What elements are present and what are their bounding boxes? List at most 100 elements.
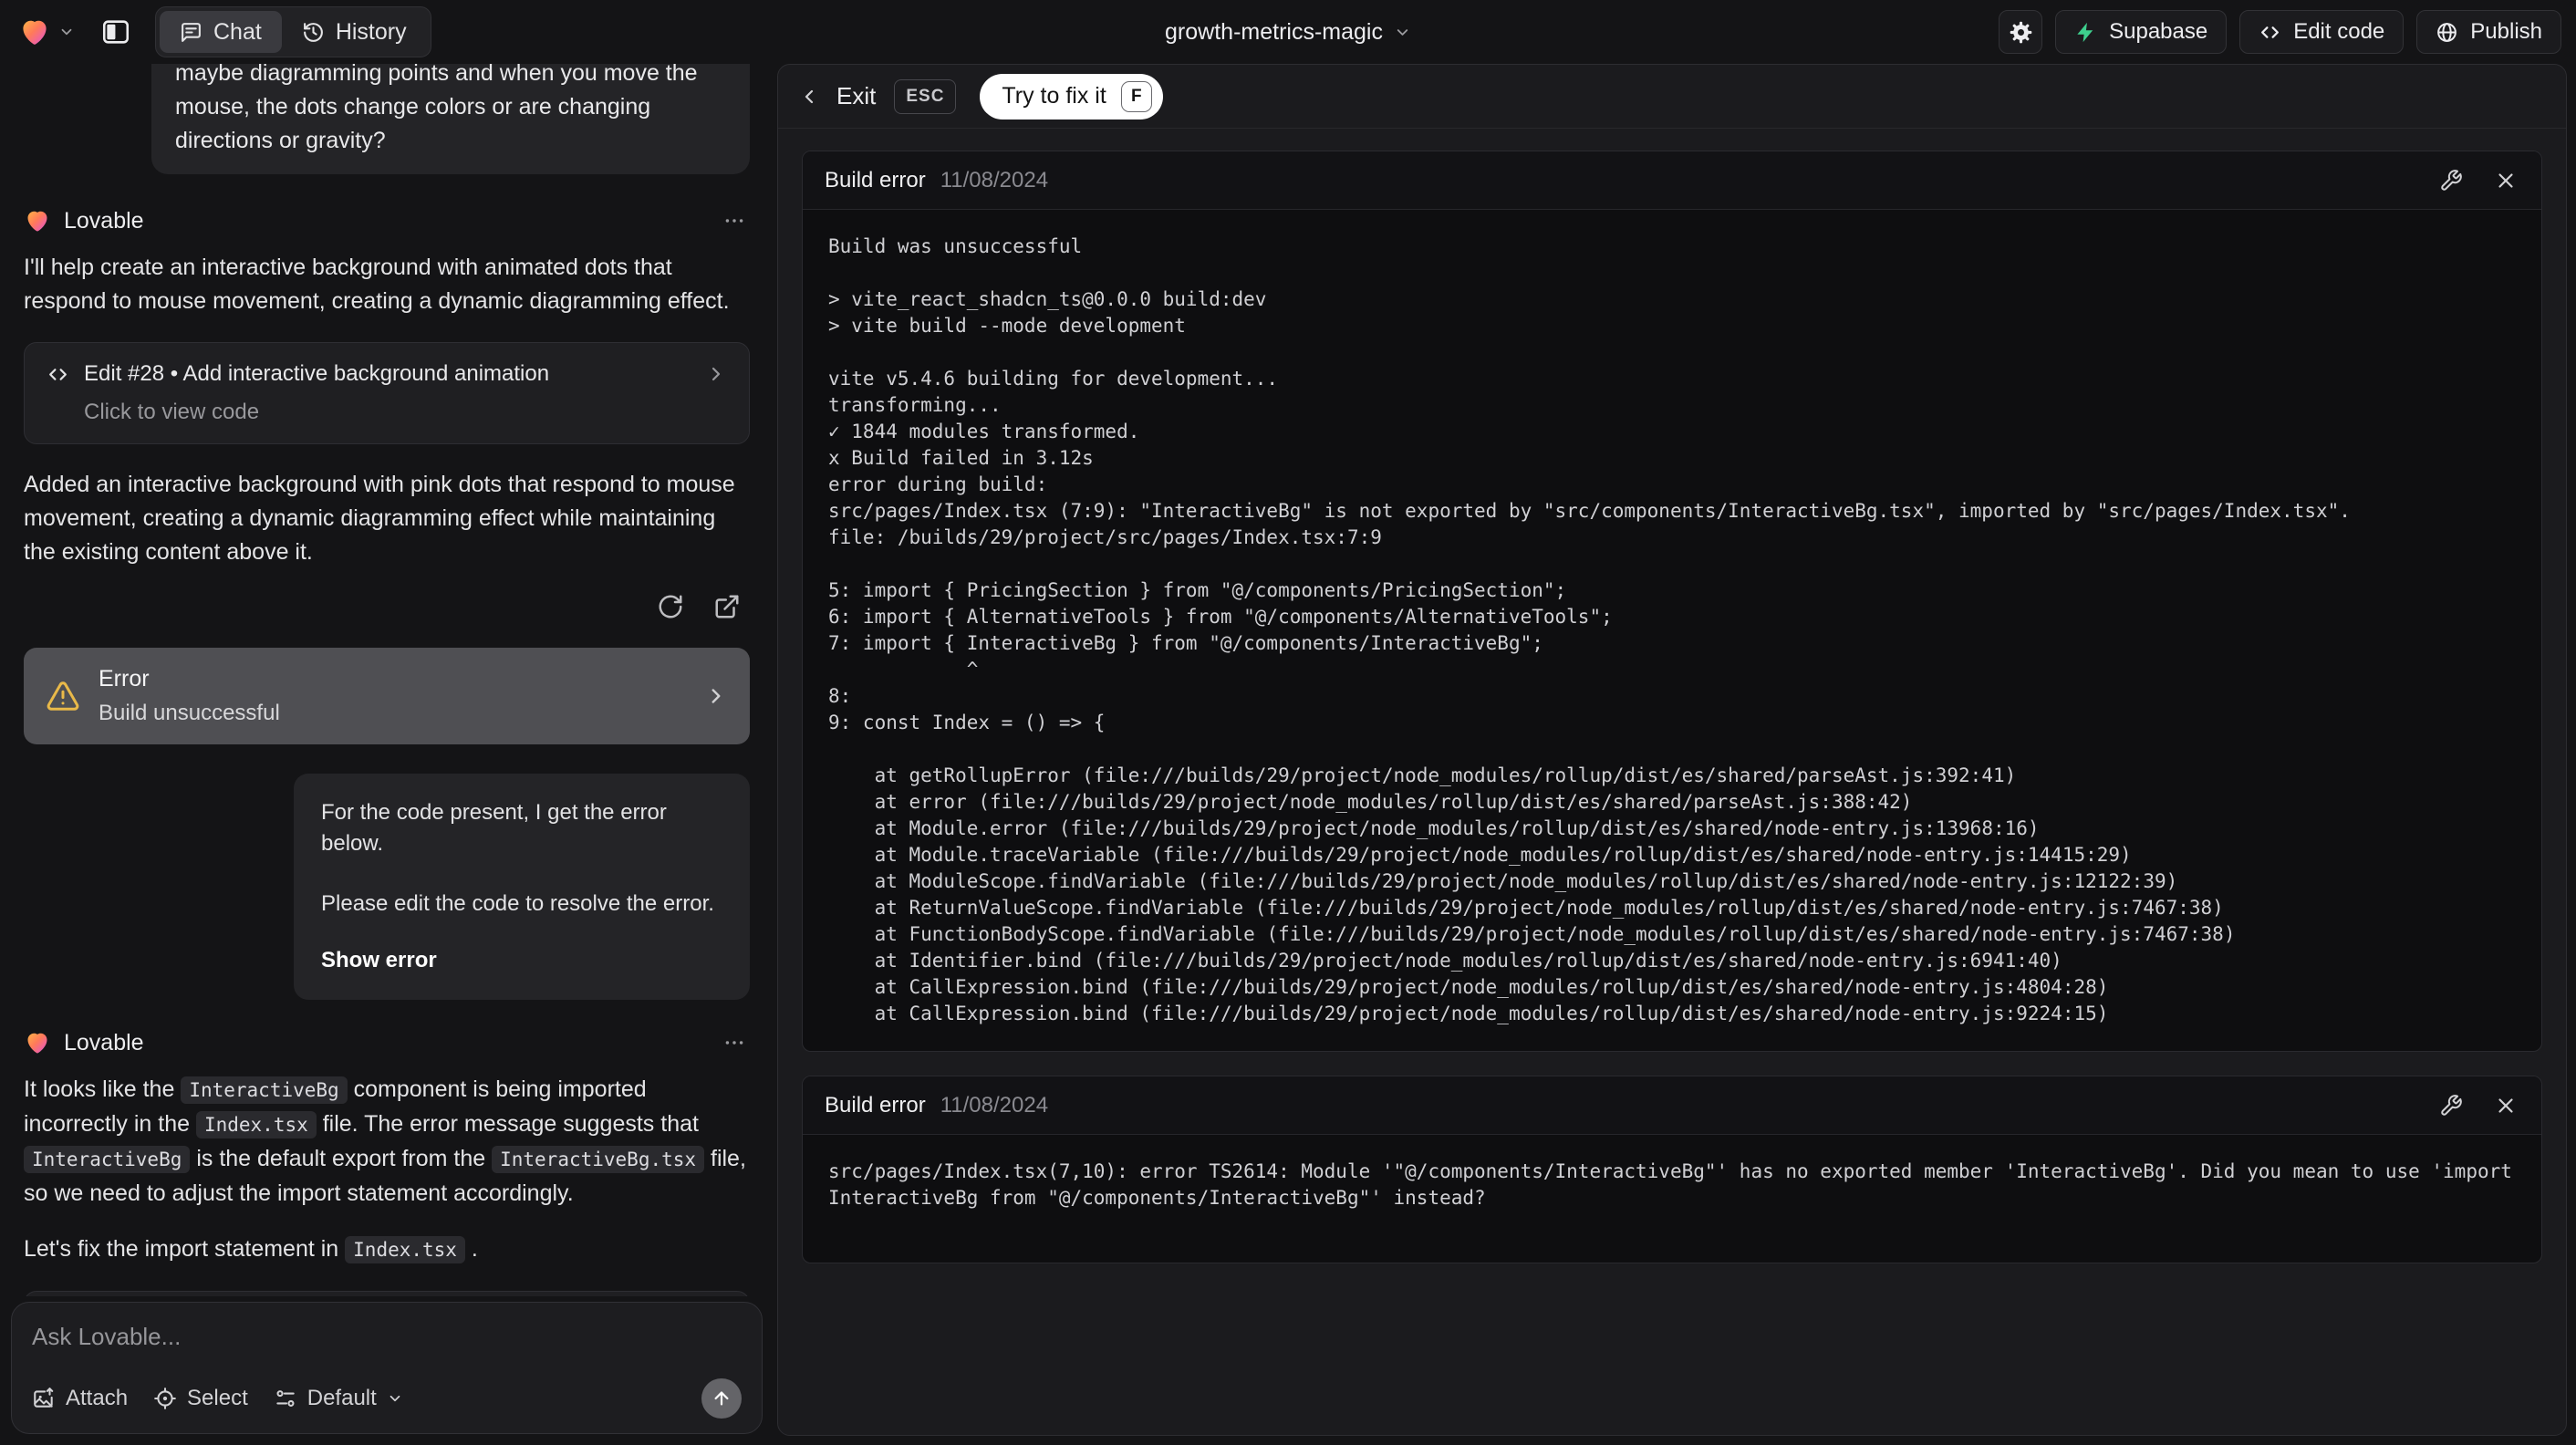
publish-button[interactable]: Publish	[2416, 10, 2561, 54]
tab-history[interactable]: History	[282, 11, 427, 53]
close-icon	[2498, 172, 2513, 188]
assistant-name: Lovable	[64, 1029, 144, 1055]
error-card-text: Error Build unsuccessful	[99, 666, 280, 726]
assistant-message-rich: Let's fix the import statement in Index.…	[24, 1236, 478, 1263]
exit-button[interactable]: Exit	[798, 82, 876, 110]
chat-composer: Attach Select Default	[11, 1302, 763, 1434]
message-options-button[interactable]	[719, 1027, 750, 1058]
ask-lovable-input[interactable]	[32, 1323, 742, 1351]
lovable-heart-icon	[27, 211, 47, 232]
show-error-link[interactable]: Show error	[321, 945, 722, 976]
settings-button[interactable]	[1999, 10, 2043, 54]
edit-card-28[interactable]: Edit #28 • Add interactive background an…	[24, 342, 750, 444]
lovable-heart-icon	[23, 20, 47, 45]
attach-button[interactable]: Attach	[32, 1386, 128, 1411]
external-link-icon	[715, 595, 739, 619]
wrench-icon	[2441, 1094, 2462, 1116]
edit-code-label: Edit code	[2293, 19, 2385, 44]
chat-message-list[interactable]: maybe diagramming points and when you mo…	[0, 64, 774, 1296]
sidebar-panel-icon	[102, 20, 130, 44]
build-error-log: Build was unsuccessful > vite_react_shad…	[828, 235, 2351, 1024]
chevron-down-icon	[1397, 28, 1408, 36]
code-icon	[49, 368, 67, 380]
rotate-icon	[659, 595, 682, 619]
build-error-card-1: Build error 11/08/2024 Build was unsucce…	[802, 151, 2542, 1052]
message-actions	[24, 591, 743, 622]
wrench-icon	[2441, 169, 2462, 191]
assistant-message-header: Lovable	[24, 1027, 750, 1058]
project-switcher[interactable]: growth-metrics-magic	[1165, 19, 1411, 46]
try-to-fix-button[interactable]: Try to fix it F	[980, 73, 1163, 120]
lovable-logo-menu[interactable]	[15, 12, 78, 52]
mode-label: Default	[306, 1386, 377, 1410]
supabase-label: Supabase	[2109, 19, 2208, 44]
gear-icon	[2010, 21, 2031, 43]
edit-card-title: Edit #28 • Add interactive background an…	[84, 361, 550, 386]
error-view-header: Exit ESC Try to fix it F	[778, 65, 2566, 129]
build-error-actions	[2437, 1092, 2519, 1119]
try-to-fix-label: Try to fix it	[1002, 83, 1106, 109]
build-error-title: Build error	[825, 1092, 926, 1118]
supabase-bolt-icon	[2077, 22, 2093, 42]
error-prompt-line1: For the code present, I get the error be…	[321, 800, 667, 856]
mode-dropdown[interactable]: Default	[274, 1386, 403, 1411]
toggle-sidebar-button[interactable]	[95, 11, 137, 53]
assistant-message-text: Added an interactive background with pin…	[24, 472, 735, 565]
restore-version-button[interactable]	[655, 591, 686, 622]
tab-history-label: History	[335, 18, 407, 45]
chat-history-tabs: Chat History	[155, 6, 431, 57]
attach-label: Attach	[66, 1386, 129, 1410]
select-label: Select	[187, 1386, 248, 1410]
build-error-date: 11/08/2024	[940, 1092, 1049, 1118]
build-error-card-header: Build error 11/08/2024	[803, 1076, 2541, 1135]
edit-card-subtitle: Click to view code	[84, 400, 260, 424]
ellipsis-icon	[725, 219, 743, 223]
chevron-left-icon	[805, 89, 814, 103]
close-error-button[interactable]	[2492, 167, 2519, 194]
topbar-right: Supabase Edit code Publish	[1411, 10, 2561, 54]
topbar: Chat History growth-metrics-magic Supaba…	[0, 0, 2576, 64]
build-error-chat-card[interactable]: Error Build unsuccessful	[24, 648, 750, 744]
user-message-text: maybe diagramming points and when you mo…	[175, 64, 698, 153]
edit-code-button[interactable]: Edit code	[2239, 10, 2405, 54]
exit-label: Exit	[836, 82, 877, 109]
build-error-log: src/pages/Index.tsx(7,10): error TS2614:…	[828, 1160, 2524, 1209]
open-preview-button[interactable]	[712, 591, 743, 622]
close-error-button[interactable]	[2492, 1092, 2519, 1119]
chat-icon	[182, 22, 201, 42]
assistant-message-rich: It looks like the InteractiveBg componen…	[24, 1076, 746, 1206]
attach-image-icon	[34, 1388, 54, 1408]
close-icon	[2498, 1097, 2513, 1113]
history-icon	[303, 22, 323, 42]
chevron-right-icon	[712, 689, 721, 703]
chevron-right-icon	[712, 367, 721, 381]
error-card-subtitle: Build unsuccessful	[99, 701, 280, 725]
select-element-button[interactable]: Select	[153, 1386, 248, 1411]
globe-icon	[2437, 22, 2457, 42]
assistant-name: Lovable	[64, 207, 144, 234]
user-message-bubble: maybe diagramming points and when you mo…	[151, 64, 750, 174]
build-error-card-header: Build error 11/08/2024	[803, 151, 2541, 210]
sliders-icon	[276, 1390, 295, 1407]
esc-key-badge: ESC	[894, 78, 957, 114]
fix-error-button[interactable]	[2437, 167, 2465, 194]
assistant-message-text: I'll help create an interactive backgrou…	[24, 255, 730, 314]
build-error-title-group: Build error 11/08/2024	[825, 1093, 1048, 1118]
topbar-left: Chat History	[15, 6, 1165, 57]
edit-card-row: Edit #28 • Add interactive background an…	[47, 361, 727, 387]
fix-error-button[interactable]	[2437, 1092, 2465, 1119]
message-options-button[interactable]	[719, 205, 750, 236]
error-prompt-line2: Please edit the code to resolve the erro…	[321, 891, 714, 916]
ellipsis-icon	[725, 1041, 743, 1045]
supabase-button[interactable]: Supabase	[2055, 10, 2228, 54]
project-name: growth-metrics-magic	[1165, 18, 1383, 45]
tab-chat-label: Chat	[213, 18, 262, 45]
chevron-down-icon	[390, 1395, 400, 1402]
tab-chat[interactable]: Chat	[160, 11, 282, 53]
error-card-title: Error	[99, 666, 150, 691]
build-error-title-group: Build error 11/08/2024	[825, 168, 1048, 193]
assistant-message-header: Lovable	[24, 205, 750, 236]
edit-card-29[interactable]: Edit #29 • Fix import error for Interact…	[24, 1291, 750, 1296]
send-button[interactable]	[701, 1378, 742, 1419]
error-view-body[interactable]: Build error 11/08/2024 Build was unsucce…	[778, 129, 2566, 1435]
